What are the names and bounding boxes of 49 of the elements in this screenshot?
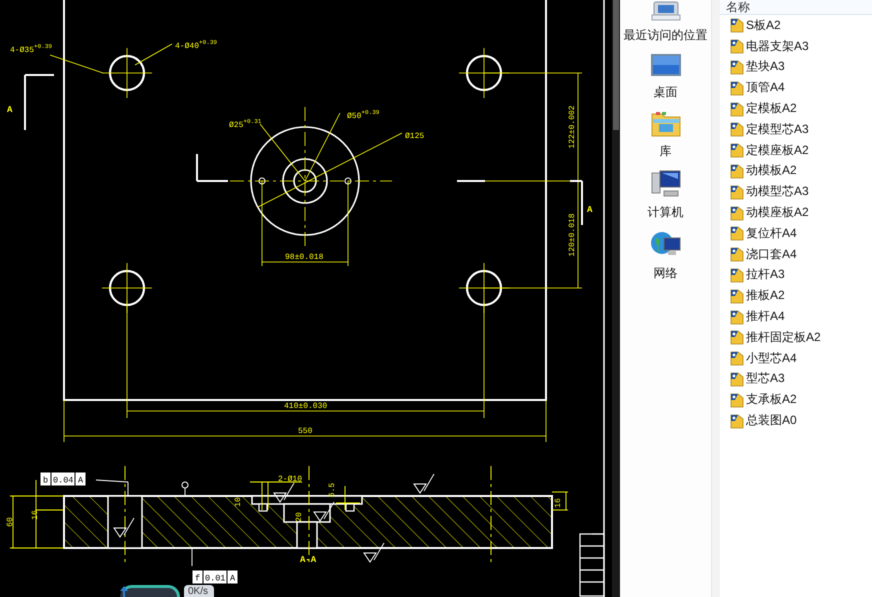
file-name[interactable]: 支承板A2 [746, 391, 797, 408]
file-name[interactable]: 垫块A3 [746, 58, 785, 76]
file-name[interactable]: 定模座板A2 [746, 142, 809, 159]
file-name[interactable]: 拉杆A3 [746, 266, 785, 284]
dimension-label: 122±0.002 [568, 105, 577, 149]
name-column-header[interactable]: 名称 [720, 0, 872, 15]
dimension-label: 4-Ø40$^{+0.39}$ [175, 39, 218, 51]
file-name[interactable]: 动模型芯A3 [746, 183, 809, 200]
section-mark: A [7, 105, 12, 115]
file-name[interactable]: 总装图A0 [746, 412, 797, 430]
file-name[interactable]: S板A2 [746, 16, 781, 34]
file-name[interactable]: 动模板A2 [746, 162, 797, 180]
file-name[interactable]: 电器支架A3 [746, 38, 809, 55]
section-mark: A [587, 205, 592, 215]
dimension-label: Ø25$^{+0.31}$ [229, 118, 262, 130]
file-name[interactable]: 定模板A2 [746, 100, 797, 118]
place-item[interactable]: 库 [650, 110, 682, 160]
dimension-label: 16 [554, 498, 563, 508]
dimension-label: 120±0.018 [568, 213, 577, 257]
dimension-label: 550 [298, 427, 312, 436]
section-mark: A-A [300, 555, 316, 565]
file-name[interactable]: 推杆A4 [746, 308, 785, 326]
dimension-label: 4-Ø35$^{+0.39}$ [10, 43, 52, 55]
file-name[interactable]: 动模座板A2 [746, 204, 809, 222]
tolerance-frame: f 0.01 A [192, 570, 238, 584]
file-name[interactable]: 型芯A3 [746, 370, 785, 388]
dimension-label: Ø50$^{+0.39}$ [347, 109, 380, 121]
dimension-label: 6.5 [328, 482, 337, 498]
dimension-label: 2-Ø10 [278, 475, 302, 484]
place-item[interactable]: 网络 [650, 230, 682, 282]
speed-text: 0K/s [188, 586, 208, 597]
dimension-label: 20 [295, 512, 304, 522]
dimension-label: 410±0.030 [284, 402, 328, 411]
file-name[interactable]: 浇口套A4 [746, 246, 797, 263]
file-name[interactable]: 顶管A4 [746, 79, 785, 96]
file-name[interactable]: 推板A2 [746, 287, 785, 304]
dimension-label: 98±0.018 [285, 253, 324, 262]
file-name[interactable]: 定模型芯A3 [746, 120, 809, 138]
file-name[interactable]: 推杆固定板A2 [746, 328, 821, 346]
place-item[interactable]: 最近访问的位置 [624, 0, 708, 44]
file-name[interactable]: 小型芯A4 [746, 350, 797, 367]
dimension-label: 60 [6, 517, 15, 527]
tolerance-frame: b 0.04 A [40, 472, 86, 486]
place-item[interactable]: 计算机 [648, 169, 684, 221]
dimension-label: 10 [234, 497, 243, 507]
file-name[interactable]: 复位杆A4 [746, 224, 797, 242]
place-item[interactable]: 桌面 [650, 53, 682, 101]
dimension-label: 16 [31, 510, 40, 520]
dimension-label: Ø125 [405, 132, 424, 141]
